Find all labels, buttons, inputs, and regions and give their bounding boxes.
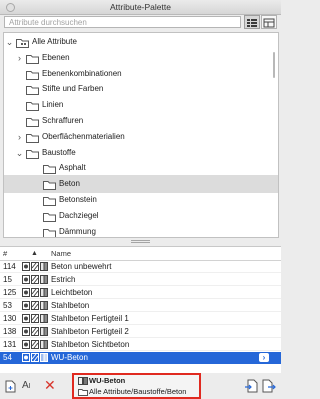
title-bar: Attribute-Palette: [0, 0, 281, 15]
folder-icon: [78, 389, 88, 396]
import-icon: [245, 379, 258, 393]
attribute-name: Beton unbewehrt: [51, 262, 112, 271]
popup-title-line: WU-Beton: [76, 376, 197, 386]
attribute-name: Stahlbeton Sichtbeton: [51, 340, 130, 349]
export-icon: [262, 379, 276, 393]
material-icon: [78, 377, 88, 385]
attribute-name: Stahlbeton Fertigteil 2: [51, 327, 129, 336]
attribute-number: 138: [3, 327, 17, 336]
attribute-number: 130: [3, 314, 17, 323]
folder-icon: [43, 227, 56, 237]
panel-view-icon: [263, 18, 275, 28]
import-attributes-button[interactable]: [244, 379, 258, 398]
list-view-button[interactable]: [244, 15, 260, 29]
attribute-tree: ⌄ Alle Attribute › Ebenen Ebenenkombinatione…: [3, 32, 279, 238]
text-rename-icon: AI: [22, 380, 31, 391]
rename-attribute-button[interactable]: AI: [22, 380, 31, 391]
attribute-number: 114: [3, 262, 16, 271]
search-input[interactable]: [4, 16, 241, 28]
reveal-in-tree-button[interactable]: ›: [259, 353, 269, 362]
list-header: # ▲ Name: [0, 247, 281, 261]
attribute-name: WU-Beton: [51, 353, 88, 362]
panel-view-button[interactable]: [261, 15, 277, 29]
tree-item-label: Dämmung: [59, 226, 96, 236]
attribute-number: 125: [3, 288, 17, 297]
attribute-name: Stahlbeton: [51, 301, 90, 310]
table-row[interactable]: 130 Stahlbeton Fertigteil 1: [0, 313, 281, 325]
popup-path: Alle Attribute/Baustoffe/Beton: [89, 387, 187, 396]
attribute-name: Leichtbeton: [51, 288, 93, 297]
attribute-name: Estrich: [51, 275, 76, 284]
attribute-list: # ▲ Name 114 Beton unbewehrt 15 Estrich 125 L…: [0, 246, 281, 374]
close-window-button[interactable]: [6, 3, 15, 12]
popup-path-line[interactable]: Alle Attribute/Baustoffe/Beton: [76, 387, 197, 397]
table-row[interactable]: 125 Leichtbeton: [0, 287, 281, 299]
attribute-number: 54: [3, 353, 12, 362]
column-header-name[interactable]: Name: [51, 247, 71, 260]
sort-ascending-icon[interactable]: ▲: [31, 247, 38, 260]
table-row[interactable]: 15 Estrich: [0, 274, 281, 286]
attribute-location-popup: WU-Beton Alle Attribute/Baustoffe/Beton: [72, 373, 201, 399]
window-title: Attribute-Palette: [110, 2, 171, 12]
list-view-icon: [247, 19, 257, 27]
attribute-number: 53: [3, 301, 12, 310]
material-swatch-icon: [40, 353, 48, 366]
new-attribute-button[interactable]: [5, 380, 16, 398]
splitter-grip-icon[interactable]: [131, 240, 150, 243]
delete-x-icon: ✕: [44, 377, 56, 393]
hatch-fill-icon: [31, 353, 39, 366]
chevron-right-icon: ›: [262, 353, 266, 362]
table-row[interactable]: 138 Stahlbeton Fertigteil 2: [0, 326, 281, 338]
tree-scrollbar[interactable]: [273, 52, 275, 78]
attribute-name: Stahlbeton Fertigteil 1: [51, 314, 129, 323]
new-document-icon: [5, 380, 16, 393]
table-row[interactable]: 114 Beton unbewehrt: [0, 261, 281, 273]
column-header-number[interactable]: #: [3, 247, 7, 260]
table-row[interactable]: 53 Stahlbeton: [0, 300, 281, 312]
table-row[interactable]: 131 Stahlbeton Sichtbeton: [0, 339, 281, 351]
popup-title: WU-Beton: [89, 376, 126, 385]
attribute-number: 131: [3, 340, 17, 349]
tree-item[interactable]: Dämmung: [4, 223, 278, 237]
export-attributes-button[interactable]: [262, 379, 276, 398]
table-row[interactable]: 54 WU-Beton ›: [0, 352, 281, 364]
attribute-number: 15: [3, 275, 12, 284]
surface-icon: [22, 353, 30, 366]
delete-attribute-button[interactable]: ✕: [44, 377, 56, 394]
